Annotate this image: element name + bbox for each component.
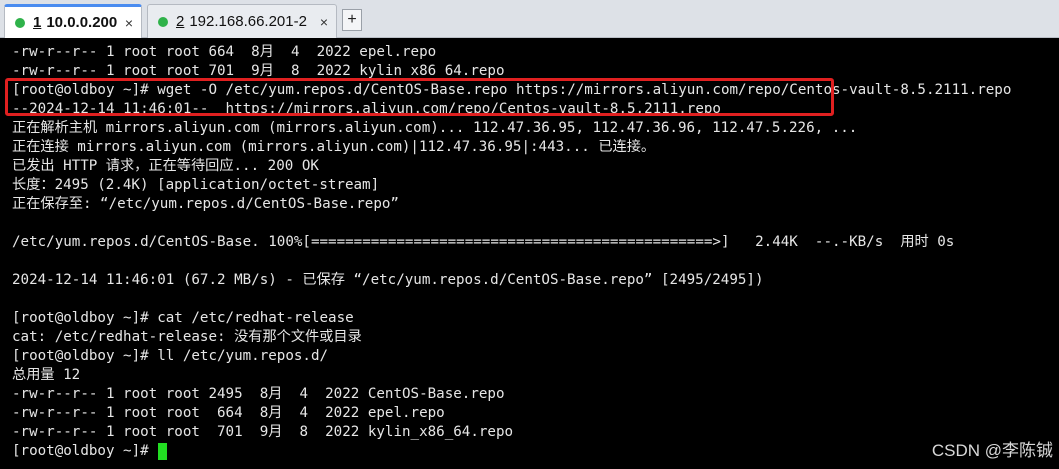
terminal-line: -rw-r--r-- 1 root root 2495 8月 4 2022 Ce… (12, 386, 505, 402)
terminal-line: 正在保存至: “/etc/yum.repos.d/CentOS-Base.rep… (12, 196, 399, 212)
terminal-output[interactable]: -rw-r--r-- 1 root root 664 8月 4 2022 epe… (0, 38, 1059, 469)
watermark: CSDN @李陈铖 (931, 441, 1053, 460)
terminal-line: [root@oldboy ~]# cat /etc/redhat-release (12, 310, 354, 326)
shell-prompt: [root@oldboy ~]# (12, 443, 158, 459)
new-tab-button[interactable]: + (342, 9, 362, 31)
terminal-lines: -rw-r--r-- 1 root root 664 8月 4 2022 epe… (12, 43, 1059, 461)
terminal-line: --2024-12-14 11:46:01-- https://mirrors.… (12, 101, 721, 117)
terminal-line: /etc/yum.repos.d/CentOS-Base. 100%[=====… (12, 234, 955, 250)
prompt-line: [root@oldboy ~]# (12, 442, 1059, 461)
tab-number: 2 (176, 13, 185, 30)
terminal-line: [root@oldboy ~]# wget -O /etc/yum.repos.… (12, 82, 1012, 98)
tab-session-1[interactable]: 1 10.0.0.200 × (4, 4, 142, 38)
text-cursor (158, 442, 168, 460)
terminal-line: 长度：2495 (2.4K) [application/octet-stream… (12, 177, 380, 193)
terminal-line: 2024-12-14 11:46:01 (67.2 MB/s) - 已保存 “/… (12, 272, 764, 288)
terminal-line: 正在解析主机 mirrors.aliyun.com (mirrors.aliyu… (12, 120, 858, 136)
tab-session-2[interactable]: 2 192.168.66.201-2 × (147, 4, 337, 38)
connected-status-icon (158, 16, 168, 27)
terminal-line: cat: /etc/redhat-release: 没有那个文件或目录 (12, 329, 362, 345)
terminal-line: -rw-r--r-- 1 root root 664 8月 4 2022 epe… (12, 44, 437, 60)
terminal-line: -rw-r--r-- 1 root root 664 8月 4 2022 epe… (12, 405, 445, 421)
tab-label: 10.0.0.200 (46, 14, 118, 31)
terminal-line: -rw-r--r-- 1 root root 701 9月 8 2022 kyl… (12, 63, 505, 79)
tab-label: 192.168.66.201-2 (189, 13, 307, 30)
terminal-line: 已发出 HTTP 请求，正在等待回应... 200 OK (12, 158, 319, 174)
tab-number: 1 (33, 14, 42, 31)
terminal-line: 正在连接 mirrors.aliyun.com (mirrors.aliyun.… (12, 139, 656, 155)
tab-bar: 1 10.0.0.200 × 2 192.168.66.201-2 × + (0, 0, 1059, 38)
terminal-line: [root@oldboy ~]# ll /etc/yum.repos.d/ (12, 348, 329, 364)
close-icon[interactable]: × (320, 14, 328, 30)
terminal-line: 总用量 12 (12, 367, 81, 383)
terminal-line: -rw-r--r-- 1 root root 701 9月 8 2022 kyl… (12, 424, 514, 440)
close-icon[interactable]: × (125, 15, 133, 31)
connected-status-icon (15, 17, 25, 28)
